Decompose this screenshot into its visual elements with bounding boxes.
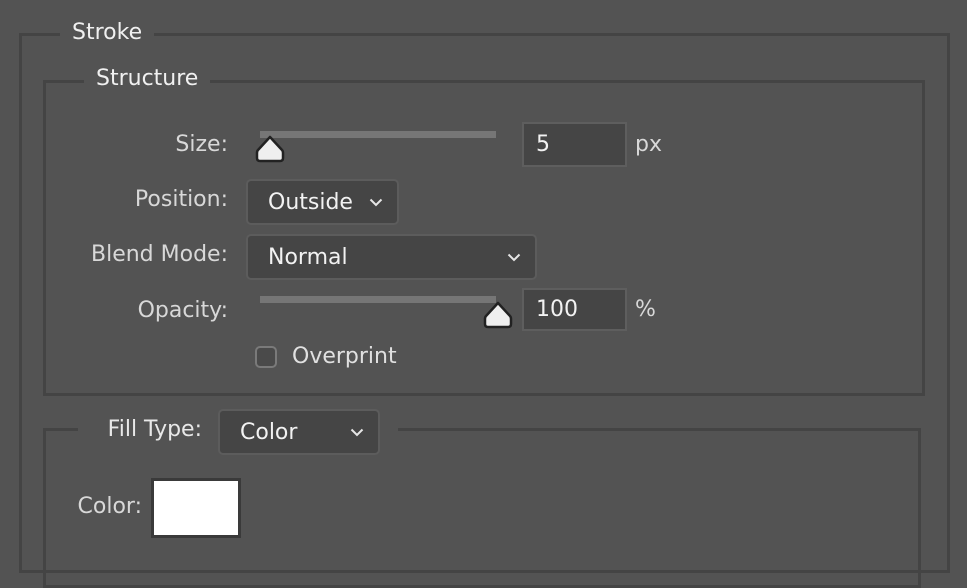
size-slider[interactable] bbox=[250, 125, 510, 167]
blend-mode-label: Blend Mode: bbox=[91, 242, 228, 267]
fill-type-label: Fill Type: bbox=[107, 417, 202, 442]
slider-thumb-icon[interactable] bbox=[483, 301, 513, 329]
color-label: Color: bbox=[77, 494, 142, 519]
opacity-slider-track[interactable] bbox=[260, 296, 496, 303]
blend-mode-dropdown[interactable]: Normal bbox=[246, 234, 537, 280]
opacity-input[interactable]: 100 bbox=[522, 288, 627, 331]
position-label: Position: bbox=[134, 187, 228, 212]
overprint-label[interactable]: Overprint bbox=[292, 342, 397, 372]
color-swatch[interactable] bbox=[151, 478, 241, 538]
fill-type-dropdown[interactable]: Color bbox=[218, 409, 380, 455]
blend-mode-value: Normal bbox=[268, 244, 348, 270]
fill-type-value: Color bbox=[240, 419, 298, 445]
slider-thumb-icon[interactable] bbox=[255, 135, 285, 163]
structure-group-title: Structure bbox=[84, 64, 211, 94]
overprint-checkbox[interactable] bbox=[255, 346, 277, 368]
position-value: Outside bbox=[268, 189, 353, 215]
size-input[interactable]: 5 bbox=[522, 122, 627, 167]
size-unit: px bbox=[635, 132, 662, 157]
opacity-unit: % bbox=[635, 297, 656, 322]
opacity-slider[interactable] bbox=[250, 290, 520, 332]
stroke-group-title: Stroke bbox=[60, 18, 155, 48]
chevron-down-icon bbox=[344, 422, 370, 442]
position-dropdown[interactable]: Outside bbox=[246, 179, 399, 225]
opacity-label: Opacity: bbox=[137, 298, 228, 323]
size-slider-track[interactable] bbox=[260, 131, 496, 138]
chevron-down-icon bbox=[363, 192, 389, 212]
chevron-down-icon bbox=[501, 247, 527, 267]
size-label: Size: bbox=[175, 132, 228, 157]
